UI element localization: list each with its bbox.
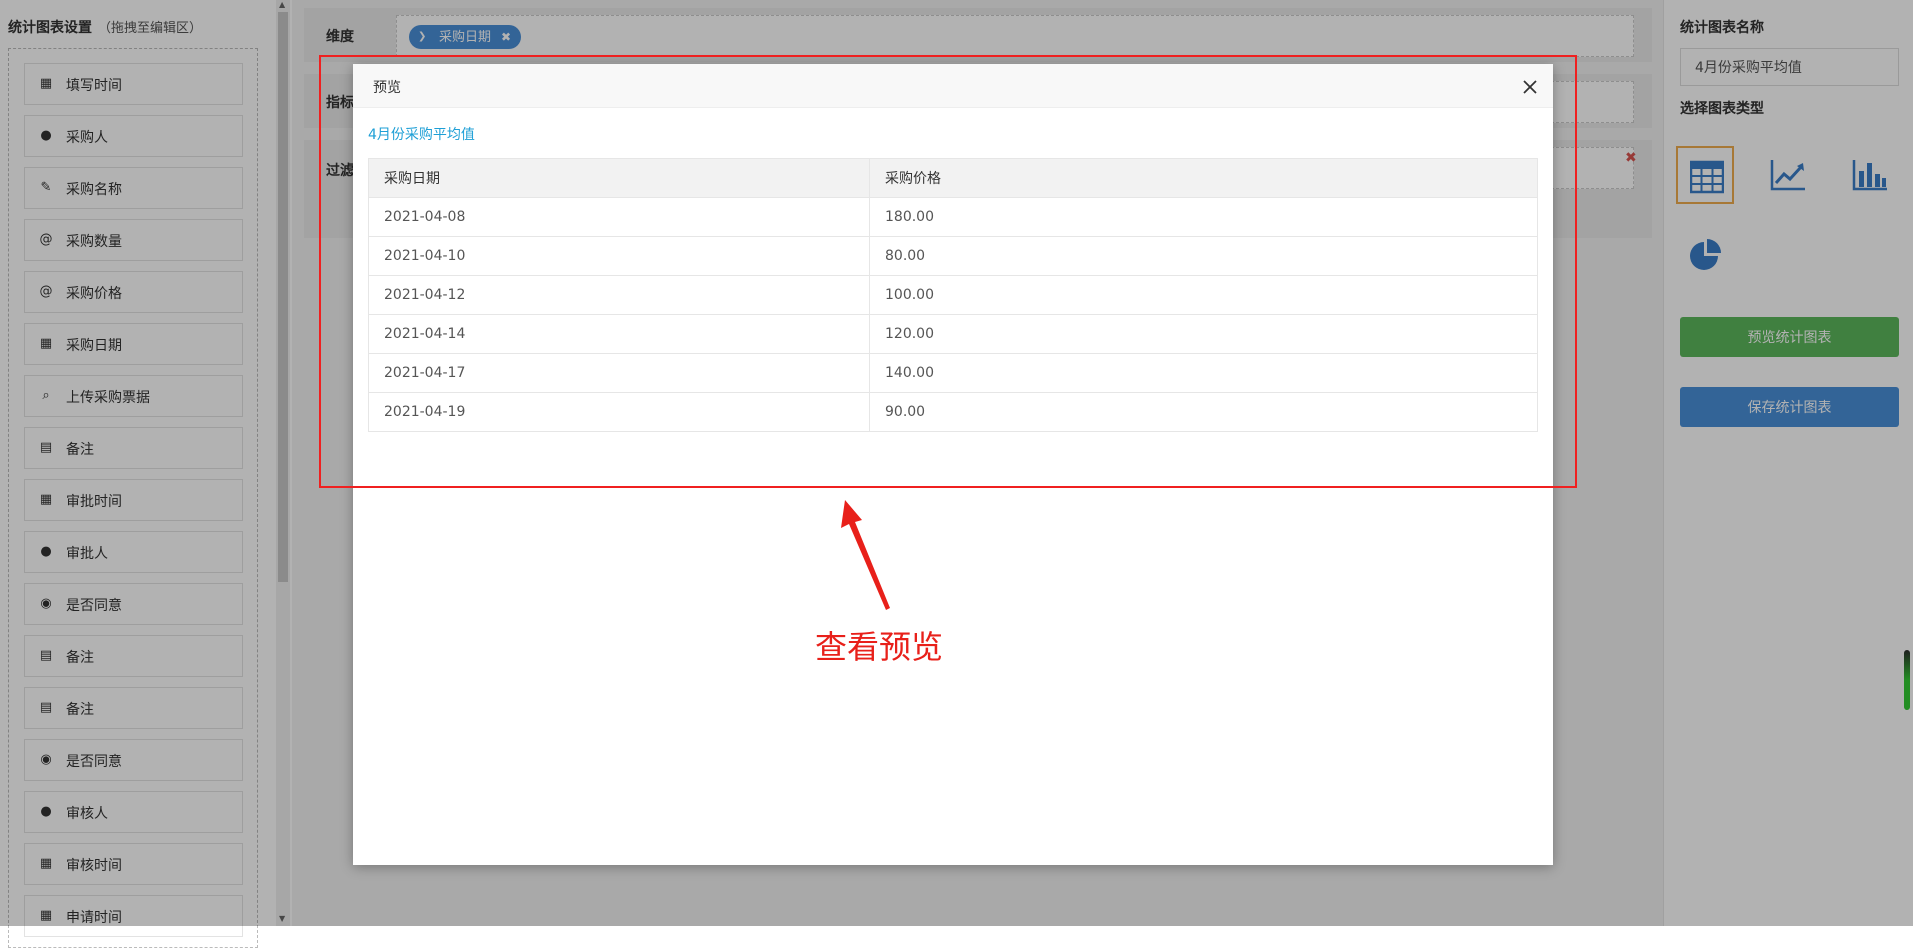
annotation-highlight-box: [319, 55, 1577, 488]
annotation-arrow-icon: [841, 500, 890, 610]
annotation-caption: 查看预览: [815, 628, 944, 666]
